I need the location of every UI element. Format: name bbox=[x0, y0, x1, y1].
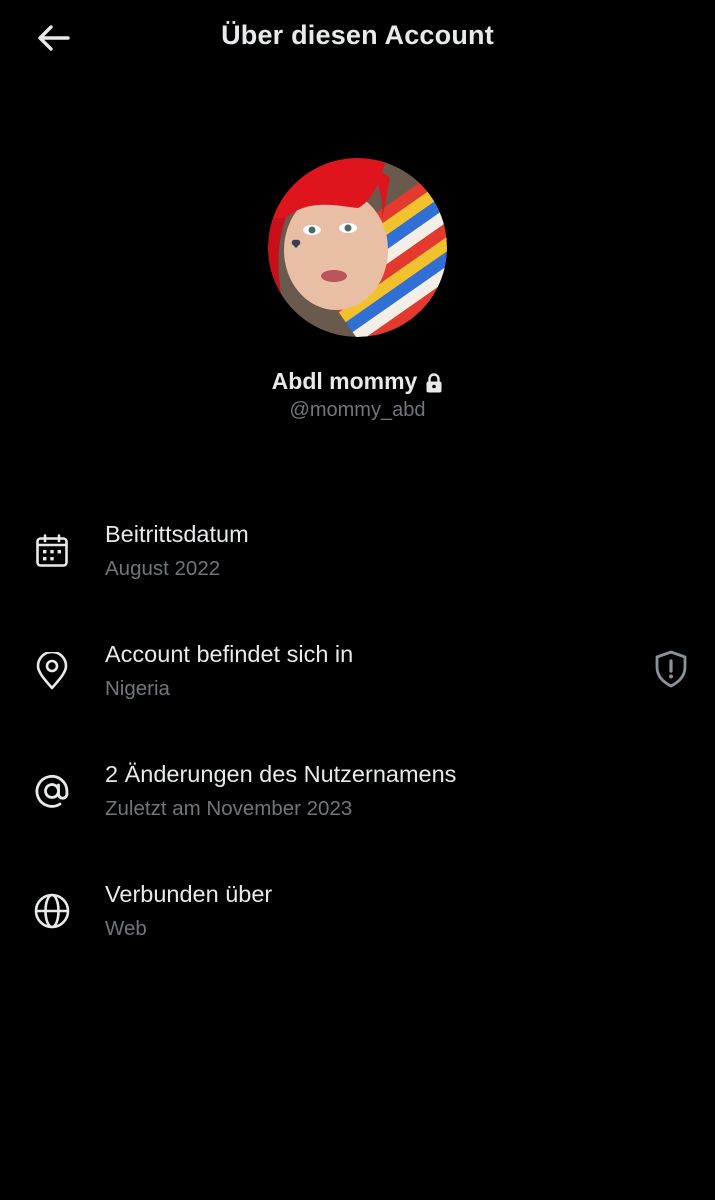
info-subtitle: Zuletzt am November 2023 bbox=[105, 797, 353, 820]
info-item-connected-via: Verbunden über Web bbox=[0, 870, 715, 970]
display-name: Abdl mommy bbox=[271, 368, 418, 394]
info-item-join-date: Beitrittsdatum August 2022 bbox=[0, 510, 715, 610]
info-subtitle: Nigeria bbox=[105, 677, 170, 700]
info-title: Account befindet sich in bbox=[105, 641, 354, 667]
location-pin-icon bbox=[32, 651, 72, 691]
calendar-icon bbox=[32, 531, 72, 571]
profile-name-row: Abdl mommy bbox=[0, 368, 715, 395]
info-title: 2 Änderungen des Nutzernamens bbox=[105, 761, 457, 787]
lock-icon bbox=[425, 372, 443, 393]
username-handle: @mommy_abd bbox=[289, 399, 426, 421]
info-title: Beitrittsdatum bbox=[105, 521, 249, 547]
top-bar: Über diesen Account bbox=[0, 0, 715, 80]
shield-alert-icon bbox=[653, 650, 689, 693]
info-subtitle: Web bbox=[105, 917, 147, 940]
info-item-location: Account befindet sich in Nigeria bbox=[0, 630, 715, 730]
globe-icon bbox=[32, 891, 72, 931]
page-title: Über diesen Account bbox=[221, 20, 494, 50]
info-subtitle: August 2022 bbox=[105, 557, 221, 580]
info-title: Verbunden über bbox=[105, 881, 273, 907]
info-item-username-changes: 2 Änderungen des Nutzernamens Zuletzt am… bbox=[0, 750, 715, 850]
at-sign-icon bbox=[32, 771, 72, 811]
shield-alert-button[interactable] bbox=[650, 650, 692, 692]
avatar[interactable] bbox=[268, 158, 447, 337]
